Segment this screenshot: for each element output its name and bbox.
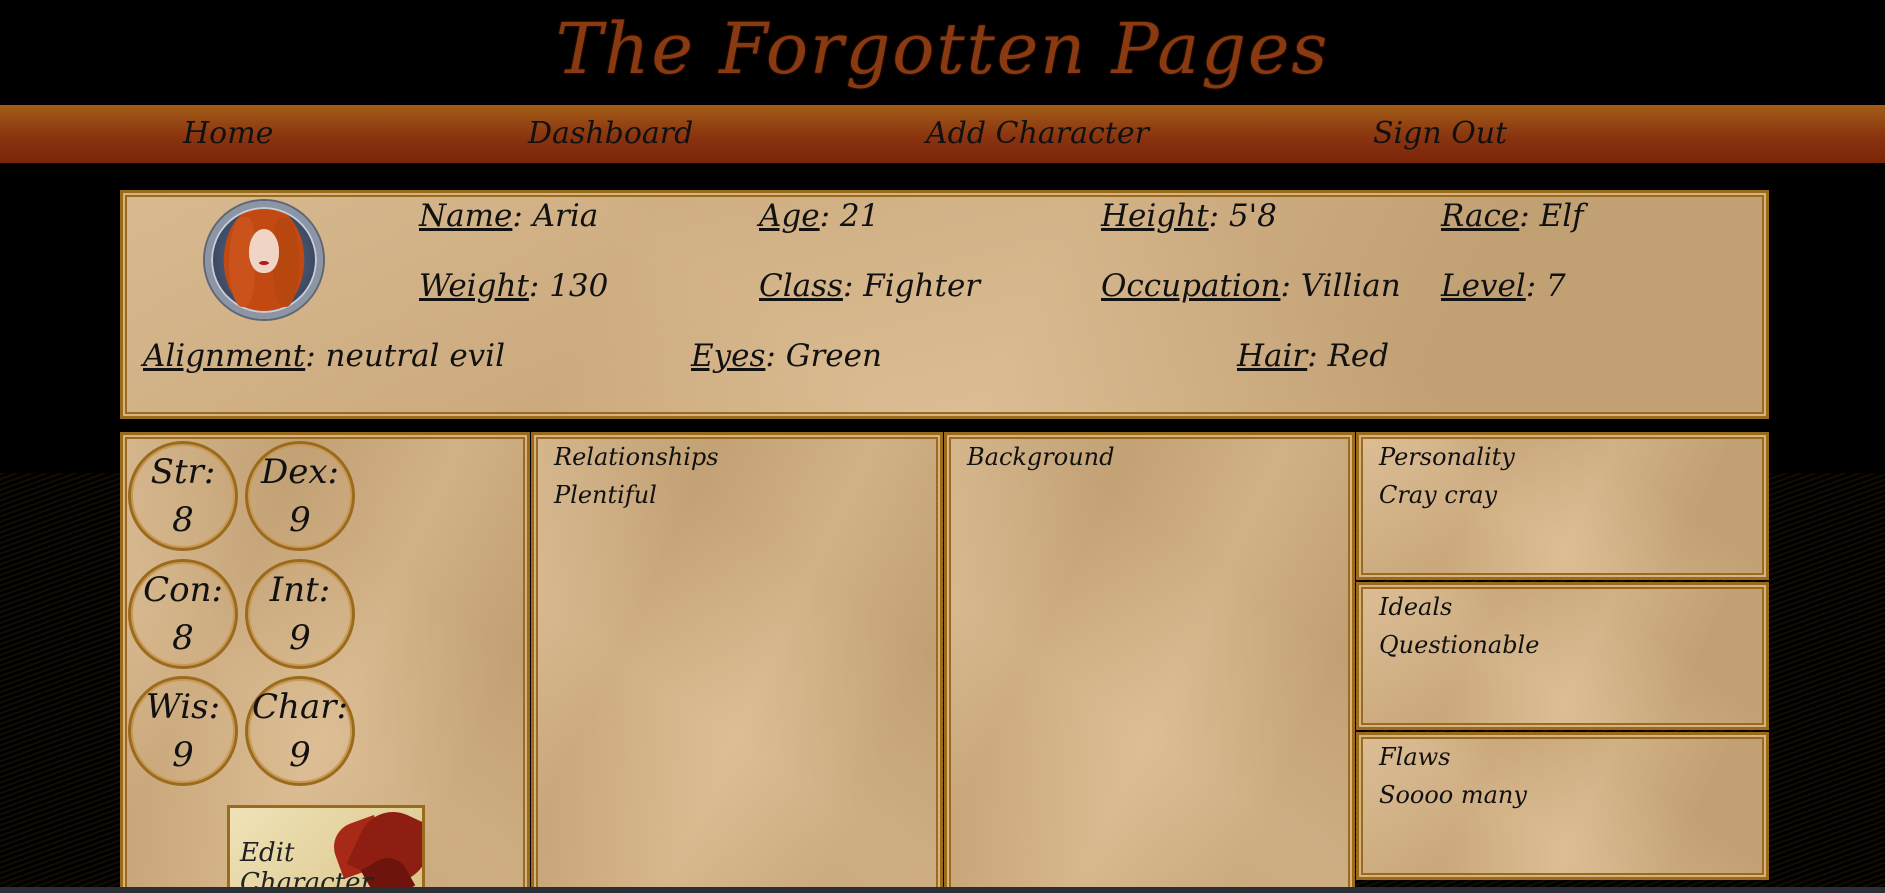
ideals-heading: Ideals bbox=[1379, 593, 1453, 621]
field-occupation-label: Occupation bbox=[1101, 268, 1281, 304]
field-eyes-label: Eyes bbox=[691, 338, 766, 374]
field-hair-value: Red bbox=[1327, 338, 1390, 374]
stat-dex-label: Dex: bbox=[260, 452, 339, 492]
field-age-label: Age bbox=[759, 198, 820, 234]
field-age: Age: 21 bbox=[759, 198, 880, 234]
character-summary-panel: Name: Aria Age: 21 Height: 5'8 Race: Elf… bbox=[120, 190, 1769, 419]
navbar: Home Dashboard Add Character Sign Out bbox=[0, 105, 1885, 163]
field-alignment-label: Alignment bbox=[143, 338, 306, 374]
stat-char-value: 9 bbox=[289, 735, 311, 775]
edit-character-button[interactable]: Edit Character bbox=[227, 805, 425, 893]
field-weight: Weight: 130 bbox=[419, 268, 609, 304]
personality-text: Cray cray bbox=[1379, 481, 1498, 509]
field-race-value: Elf bbox=[1539, 198, 1584, 234]
stat-str-label: Str: bbox=[150, 452, 216, 492]
stat-dex: Dex: 9 bbox=[245, 441, 355, 551]
stat-str: Str: 8 bbox=[128, 441, 238, 551]
stat-char: Char: 9 bbox=[245, 676, 355, 786]
field-eyes: Eyes: Green bbox=[691, 338, 882, 374]
field-name-label: Name bbox=[419, 198, 513, 234]
nav-home[interactable]: Home bbox=[183, 105, 273, 163]
character-avatar bbox=[205, 201, 323, 319]
stat-int: Int: 9 bbox=[245, 559, 355, 669]
field-alignment-value: neutral evil bbox=[325, 338, 506, 374]
flaws-heading: Flaws bbox=[1379, 743, 1451, 771]
field-hair: Hair: Red bbox=[1237, 338, 1390, 374]
field-age-value: 21 bbox=[839, 198, 880, 234]
stat-wis-label: Wis: bbox=[145, 687, 221, 727]
field-class-label: Class bbox=[759, 268, 843, 304]
stat-wis-value: 9 bbox=[172, 735, 194, 775]
stat-con-value: 8 bbox=[172, 618, 194, 658]
field-name-value: Aria bbox=[532, 198, 599, 234]
stat-dex-value: 9 bbox=[289, 500, 311, 540]
field-alignment: Alignment: neutral evil bbox=[143, 338, 506, 374]
ideals-text: Questionable bbox=[1379, 631, 1540, 659]
stat-char-label: Char: bbox=[252, 687, 348, 727]
stat-int-label: Int: bbox=[269, 570, 331, 610]
flaws-panel: Flaws Soooo many bbox=[1356, 732, 1769, 880]
field-class-value: Fighter bbox=[863, 268, 981, 304]
personality-panel: Personality Cray cray bbox=[1356, 432, 1769, 580]
field-race-label: Race bbox=[1441, 198, 1520, 234]
nav-sign-out[interactable]: Sign Out bbox=[1373, 105, 1507, 163]
field-race: Race: Elf bbox=[1441, 198, 1584, 234]
relationships-text: Plentiful bbox=[554, 481, 657, 509]
field-weight-value: 130 bbox=[549, 268, 609, 304]
field-name: Name: Aria bbox=[419, 198, 599, 234]
site-title: The Forgotten Pages bbox=[555, 8, 1330, 90]
background-heading: Background bbox=[967, 443, 1115, 471]
flaws-text: Soooo many bbox=[1379, 781, 1527, 809]
field-occupation-value: Villian bbox=[1300, 268, 1401, 304]
nav-dashboard[interactable]: Dashboard bbox=[528, 105, 693, 163]
background-panel: Background bbox=[944, 432, 1355, 893]
bottom-scrollbar[interactable] bbox=[0, 887, 1885, 893]
ideals-panel: Ideals Questionable bbox=[1356, 582, 1769, 730]
field-hair-label: Hair bbox=[1237, 338, 1308, 374]
edit-character-label: Edit Character bbox=[240, 838, 373, 893]
field-height-value: 5'8 bbox=[1228, 198, 1277, 234]
stat-con: Con: 8 bbox=[128, 559, 238, 669]
stat-wis: Wis: 9 bbox=[128, 676, 238, 786]
ability-scores-panel: Str: 8 Dex: 9 Con: 8 Int: 9 Wis: 9 Char:… bbox=[120, 432, 530, 893]
personality-heading: Personality bbox=[1379, 443, 1515, 471]
field-occupation: Occupation: Villian bbox=[1101, 268, 1401, 304]
stat-con-label: Con: bbox=[143, 570, 223, 610]
relationships-panel: Relationships Plentiful bbox=[531, 432, 943, 893]
field-weight-label: Weight bbox=[419, 268, 529, 304]
field-level-value: 7 bbox=[1546, 268, 1566, 304]
stat-str-value: 8 bbox=[172, 500, 194, 540]
field-level-label: Level bbox=[1441, 268, 1526, 304]
stat-int-value: 9 bbox=[289, 618, 311, 658]
nav-add-character[interactable]: Add Character bbox=[926, 105, 1149, 163]
field-class: Class: Fighter bbox=[759, 268, 981, 304]
field-height: Height: 5'8 bbox=[1101, 198, 1277, 234]
relationships-heading: Relationships bbox=[554, 443, 719, 471]
field-level: Level: 7 bbox=[1441, 268, 1566, 304]
field-height-label: Height bbox=[1101, 198, 1209, 234]
field-eyes-value: Green bbox=[785, 338, 882, 374]
